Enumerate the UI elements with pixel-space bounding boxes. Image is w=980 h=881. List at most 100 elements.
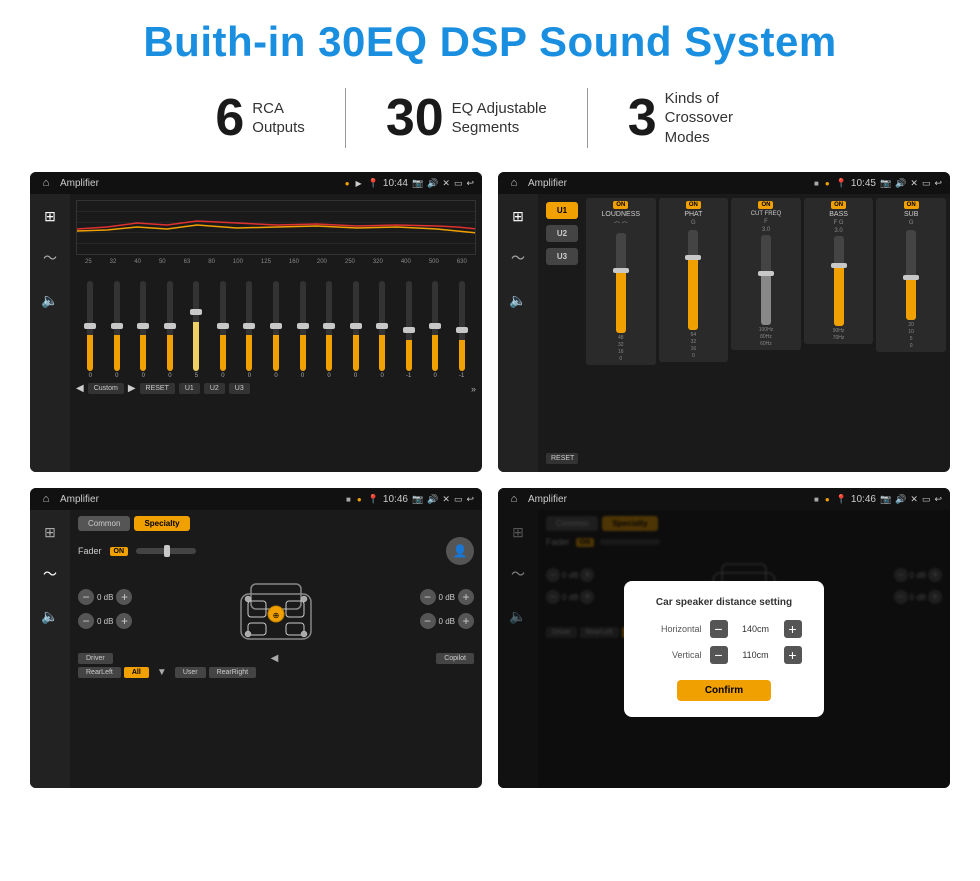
horizontal-minus-btn[interactable]: − bbox=[710, 620, 728, 638]
distance-status-icons: 📍 10:46 📷 🔊 ✕ ▭ ↩ bbox=[836, 494, 942, 505]
fader-dot2: ● bbox=[357, 495, 362, 504]
zone-rearleft-btn[interactable]: RearLeft bbox=[78, 667, 121, 678]
eq-slider-4[interactable]: 5 bbox=[184, 281, 209, 379]
distance-dialog-overlay: Car speaker distance setting Horizontal … bbox=[498, 510, 950, 788]
eq-slider-3[interactable]: 0 bbox=[158, 281, 183, 379]
zone-rearright-btn[interactable]: RearRight bbox=[209, 667, 257, 678]
vertical-plus-btn[interactable]: + bbox=[784, 646, 802, 664]
eq-prev-btn[interactable]: ◀ bbox=[76, 383, 84, 394]
confirm-button[interactable]: Confirm bbox=[677, 680, 771, 701]
eq-slider-7[interactable]: 0 bbox=[264, 281, 289, 379]
fader-status-bar: ⌂ Amplifier ■ ● 📍 10:46 📷 🔊 ✕ ▭ ↩ bbox=[30, 488, 482, 510]
zone-user-btn[interactable]: User bbox=[175, 667, 206, 678]
vol-fl-plus[interactable]: + bbox=[116, 589, 132, 605]
eq-slider-9[interactable]: 0 bbox=[317, 281, 342, 379]
eq-back-icon: ↩ bbox=[466, 178, 474, 189]
fader-nav-speaker[interactable]: 🔈 bbox=[36, 602, 64, 630]
dialog-title: Car speaker distance setting bbox=[644, 597, 804, 608]
crossover-volume-icon: 🔊 bbox=[895, 178, 906, 189]
crossover-reset-btn[interactable]: RESET bbox=[546, 453, 578, 464]
vertical-minus-btn[interactable]: − bbox=[710, 646, 728, 664]
sub-module: ON SUB G 201050 bbox=[876, 198, 946, 352]
zone-driver-btn[interactable]: Driver bbox=[78, 653, 113, 664]
fader-screen: ⌂ Amplifier ■ ● 📍 10:46 📷 🔊 ✕ ▭ ↩ ⊞ 〜 bbox=[30, 488, 482, 788]
eq-reset-btn[interactable]: RESET bbox=[140, 383, 175, 394]
fader-home-icon[interactable]: ⌂ bbox=[38, 491, 54, 507]
eq-more-icon: » bbox=[471, 384, 476, 394]
left-vol-controls: − 0 dB + − 0 dB + bbox=[78, 589, 132, 629]
cutfreq-module: ON CUT FREQ F 3.0 100Hz80Hz60Hz bbox=[731, 198, 801, 350]
fader-control-row: Fader ON 👤 bbox=[78, 537, 474, 565]
eq-slider-13[interactable]: 0 bbox=[423, 281, 448, 379]
stat-label-eq: EQ AdjustableSegments bbox=[452, 99, 547, 138]
eq-slider-1[interactable]: 0 bbox=[105, 281, 130, 379]
fader-specialty-tab[interactable]: Specialty bbox=[134, 516, 189, 531]
fader-nav-sliders[interactable]: ⊞ bbox=[36, 518, 64, 546]
crossover-main-area: U1 U2 U3 RESET ON LOUDNESS ⌒ ⌒ bbox=[538, 194, 950, 472]
eq-slider-11[interactable]: 0 bbox=[370, 281, 395, 379]
horizontal-label: Horizontal bbox=[647, 624, 702, 634]
fader-screen-title: Amplifier bbox=[60, 494, 340, 505]
eq-slider-0[interactable]: 0 bbox=[78, 281, 103, 379]
zone-bottom-row: RearLeft All ▼ User RearRight bbox=[78, 667, 474, 678]
fader-on-badge: ON bbox=[110, 547, 129, 556]
zone-copilot-btn[interactable]: Copilot bbox=[436, 653, 474, 664]
crossover-status-bar: ⌂ Amplifier ■ ● 📍 10:45 📷 🔊 ✕ ▭ ↩ bbox=[498, 172, 950, 194]
eq-slider-8[interactable]: 0 bbox=[290, 281, 315, 379]
eq-u3-btn[interactable]: U3 bbox=[229, 383, 250, 394]
vol-rr-plus[interactable]: + bbox=[458, 613, 474, 629]
zone-all-btn[interactable]: All bbox=[124, 667, 149, 678]
crossover-home-icon[interactable]: ⌂ bbox=[506, 175, 522, 191]
eq-custom-btn[interactable]: Custom bbox=[88, 383, 124, 394]
eq-nav-speaker[interactable]: 🔈 bbox=[36, 286, 64, 314]
crossover-nav-speaker[interactable]: 🔈 bbox=[504, 286, 532, 314]
eq-slider-5[interactable]: 0 bbox=[211, 281, 236, 379]
fader-common-tab[interactable]: Common bbox=[78, 516, 130, 531]
fader-status-icons: 📍 10:46 📷 🔊 ✕ ▭ ↩ bbox=[368, 494, 474, 505]
u1-preset-btn[interactable]: U1 bbox=[546, 202, 578, 219]
stat-number-6: 6 bbox=[215, 92, 244, 144]
vol-rl-value: 0 dB bbox=[97, 617, 113, 626]
eq-slider-6[interactable]: 0 bbox=[237, 281, 262, 379]
u2-preset-btn[interactable]: U2 bbox=[546, 225, 578, 242]
vol-fr-value: 0 dB bbox=[439, 593, 455, 602]
u3-preset-btn[interactable]: U3 bbox=[546, 248, 578, 265]
fader-nav-wave[interactable]: 〜 bbox=[36, 560, 64, 588]
distance-screen: ⌂ Amplifier ■ ● 📍 10:46 📷 🔊 ✕ ▭ ↩ ⊞ bbox=[498, 488, 950, 788]
vol-rr-minus[interactable]: − bbox=[420, 613, 436, 629]
distance-location-icon: 📍 bbox=[836, 494, 847, 505]
vol-rr-value: 0 dB bbox=[439, 617, 455, 626]
fader-screen-content: ⊞ 〜 🔈 Common Specialty Fader ON bbox=[30, 510, 482, 788]
vol-row-fl: − 0 dB + bbox=[78, 589, 132, 605]
eq-slider-14[interactable]: -1 bbox=[449, 281, 474, 379]
eq-u1-btn[interactable]: U1 bbox=[179, 383, 200, 394]
eq-u2-btn[interactable]: U2 bbox=[204, 383, 225, 394]
crossover-nav-wave[interactable]: 〜 bbox=[504, 244, 532, 272]
fader-down-arrow: ▼ bbox=[152, 667, 172, 678]
eq-slider-10[interactable]: 0 bbox=[343, 281, 368, 379]
vol-rl-minus[interactable]: − bbox=[78, 613, 94, 629]
crossover-status-icons: 📍 10:45 📷 🔊 ✕ ▭ ↩ bbox=[836, 178, 942, 189]
eq-nav-sliders[interactable]: ⊞ bbox=[36, 202, 64, 230]
eq-slider-2[interactable]: 0 bbox=[131, 281, 156, 379]
eq-next-btn[interactable]: ▶ bbox=[128, 383, 136, 394]
fader-horizontal-slider[interactable] bbox=[136, 548, 196, 554]
fader-volume-icon: 🔊 bbox=[427, 494, 438, 505]
fader-person-icon: 👤 bbox=[446, 537, 474, 565]
car-diagram-svg: ⊕ bbox=[226, 569, 326, 649]
vertical-value: 110cm bbox=[736, 650, 776, 660]
distance-home-icon[interactable]: ⌂ bbox=[506, 491, 522, 507]
vol-fl-minus[interactable]: − bbox=[78, 589, 94, 605]
vol-rl-plus[interactable]: + bbox=[116, 613, 132, 629]
eq-slider-12[interactable]: -1 bbox=[396, 281, 421, 379]
stat-label-rca: RCAOutputs bbox=[252, 99, 305, 138]
home-icon[interactable]: ⌂ bbox=[38, 175, 54, 191]
vol-fr-minus[interactable]: − bbox=[420, 589, 436, 605]
distance-screen-title: Amplifier bbox=[528, 494, 808, 505]
eq-nav-wave[interactable]: 〜 bbox=[36, 244, 64, 272]
distance-screen-content: ⊞ 〜 🔈 Common Specialty Fader ON bbox=[498, 510, 950, 788]
horizontal-plus-btn[interactable]: + bbox=[784, 620, 802, 638]
crossover-nav-sliders[interactable]: ⊞ bbox=[504, 202, 532, 230]
distance-dialog-box: Car speaker distance setting Horizontal … bbox=[624, 581, 824, 717]
vol-fr-plus[interactable]: + bbox=[458, 589, 474, 605]
